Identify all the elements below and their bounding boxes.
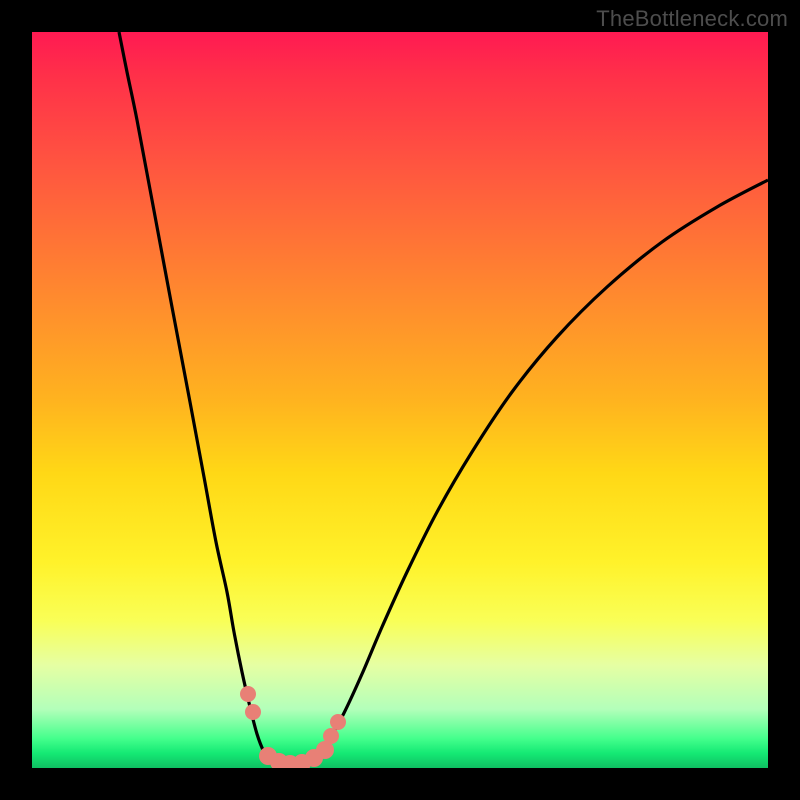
data-dot bbox=[240, 686, 256, 702]
data-dot bbox=[245, 704, 261, 720]
chart-frame: TheBottleneck.com bbox=[0, 0, 800, 800]
bottleneck-curve bbox=[119, 32, 768, 767]
watermark-text: TheBottleneck.com bbox=[596, 6, 788, 32]
data-dot bbox=[316, 741, 334, 759]
data-dot bbox=[330, 714, 346, 730]
plot-area bbox=[32, 32, 768, 768]
curve-layer bbox=[32, 32, 768, 768]
